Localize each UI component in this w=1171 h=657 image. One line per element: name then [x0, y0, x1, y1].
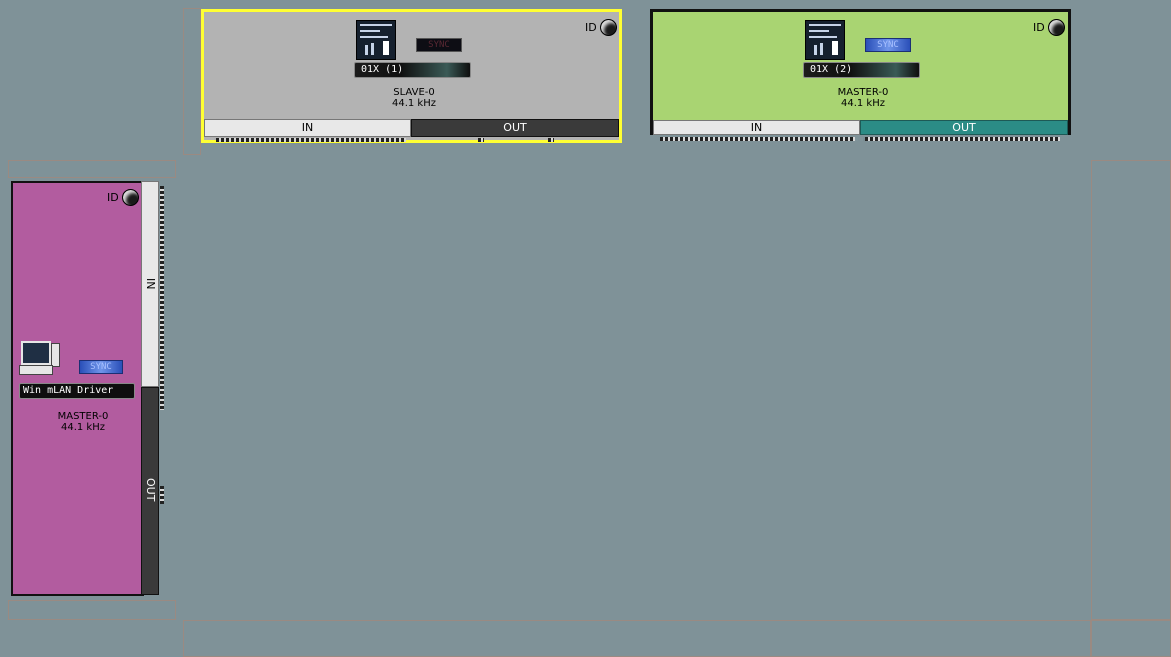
device-slave-01x-1[interactable]: SYNC ID 01X (1) SLAVE-0 44.1 kHz IN OUT [201, 9, 622, 143]
device-rate: 44.1 kHz [391, 98, 436, 109]
sync-indicator: SYNC [865, 38, 911, 52]
in-port-label: IN [144, 278, 157, 290]
bottom-drop-zone [183, 620, 1091, 657]
device-role: SLAVE-0 [393, 87, 435, 98]
out-port[interactable]: OUT [141, 387, 159, 595]
device-role: MASTER-0 [837, 87, 889, 98]
out-port-connectors [865, 137, 1060, 141]
id-knob-icon [599, 19, 617, 36]
device-win-mlan-driver[interactable]: ID SYNC Win mLAN Driver MASTER-0 44.1 kH… [11, 181, 144, 596]
sync-indicator: SYNC [79, 360, 123, 374]
in-port[interactable]: IN [204, 119, 411, 137]
in-port[interactable]: IN [653, 120, 860, 135]
id-button[interactable]: ID [1033, 19, 1065, 36]
bottom-right-corner [1091, 620, 1171, 657]
id-button[interactable]: ID [107, 189, 139, 206]
top-drop-zone-divider [183, 8, 201, 155]
id-label: ID [1033, 21, 1045, 34]
mixer-device-icon [805, 20, 845, 60]
out-port-connector-1 [478, 138, 484, 142]
out-port-connectors [160, 486, 164, 504]
in-port-connectors [660, 137, 855, 141]
id-label: ID [107, 191, 119, 204]
in-port[interactable]: IN [141, 181, 159, 387]
id-knob-icon [121, 189, 139, 206]
out-port-connector-2 [548, 138, 554, 142]
device-name-field[interactable]: 01X (1) [354, 62, 471, 78]
in-port-connectors [160, 186, 164, 410]
out-port[interactable]: OUT [411, 119, 619, 137]
id-label: ID [585, 21, 597, 34]
device-name-field[interactable]: 01X (2) [803, 62, 920, 78]
device-name-field[interactable]: Win mLAN Driver [19, 383, 135, 399]
device-rate: 44.1 kHz [60, 422, 105, 433]
mixer-device-icon [356, 20, 396, 60]
device-master-01x-2[interactable]: SYNC ID 01X (2) MASTER-0 44.1 kHz IN OUT [650, 9, 1071, 135]
out-port-label: OUT [144, 478, 157, 502]
device-rate: 44.1 kHz [840, 98, 885, 109]
computer-icon [19, 339, 60, 377]
right-drop-zone [1091, 160, 1171, 620]
id-knob-icon [1047, 19, 1065, 36]
out-port[interactable]: OUT [860, 120, 1068, 135]
id-button[interactable]: ID [585, 19, 617, 36]
device-role: MASTER-0 [57, 411, 109, 422]
in-port-connectors [216, 138, 406, 142]
left-drop-zone-top [8, 160, 176, 178]
left-drop-zone-bottom [8, 600, 176, 620]
sync-indicator: SYNC [416, 38, 462, 52]
